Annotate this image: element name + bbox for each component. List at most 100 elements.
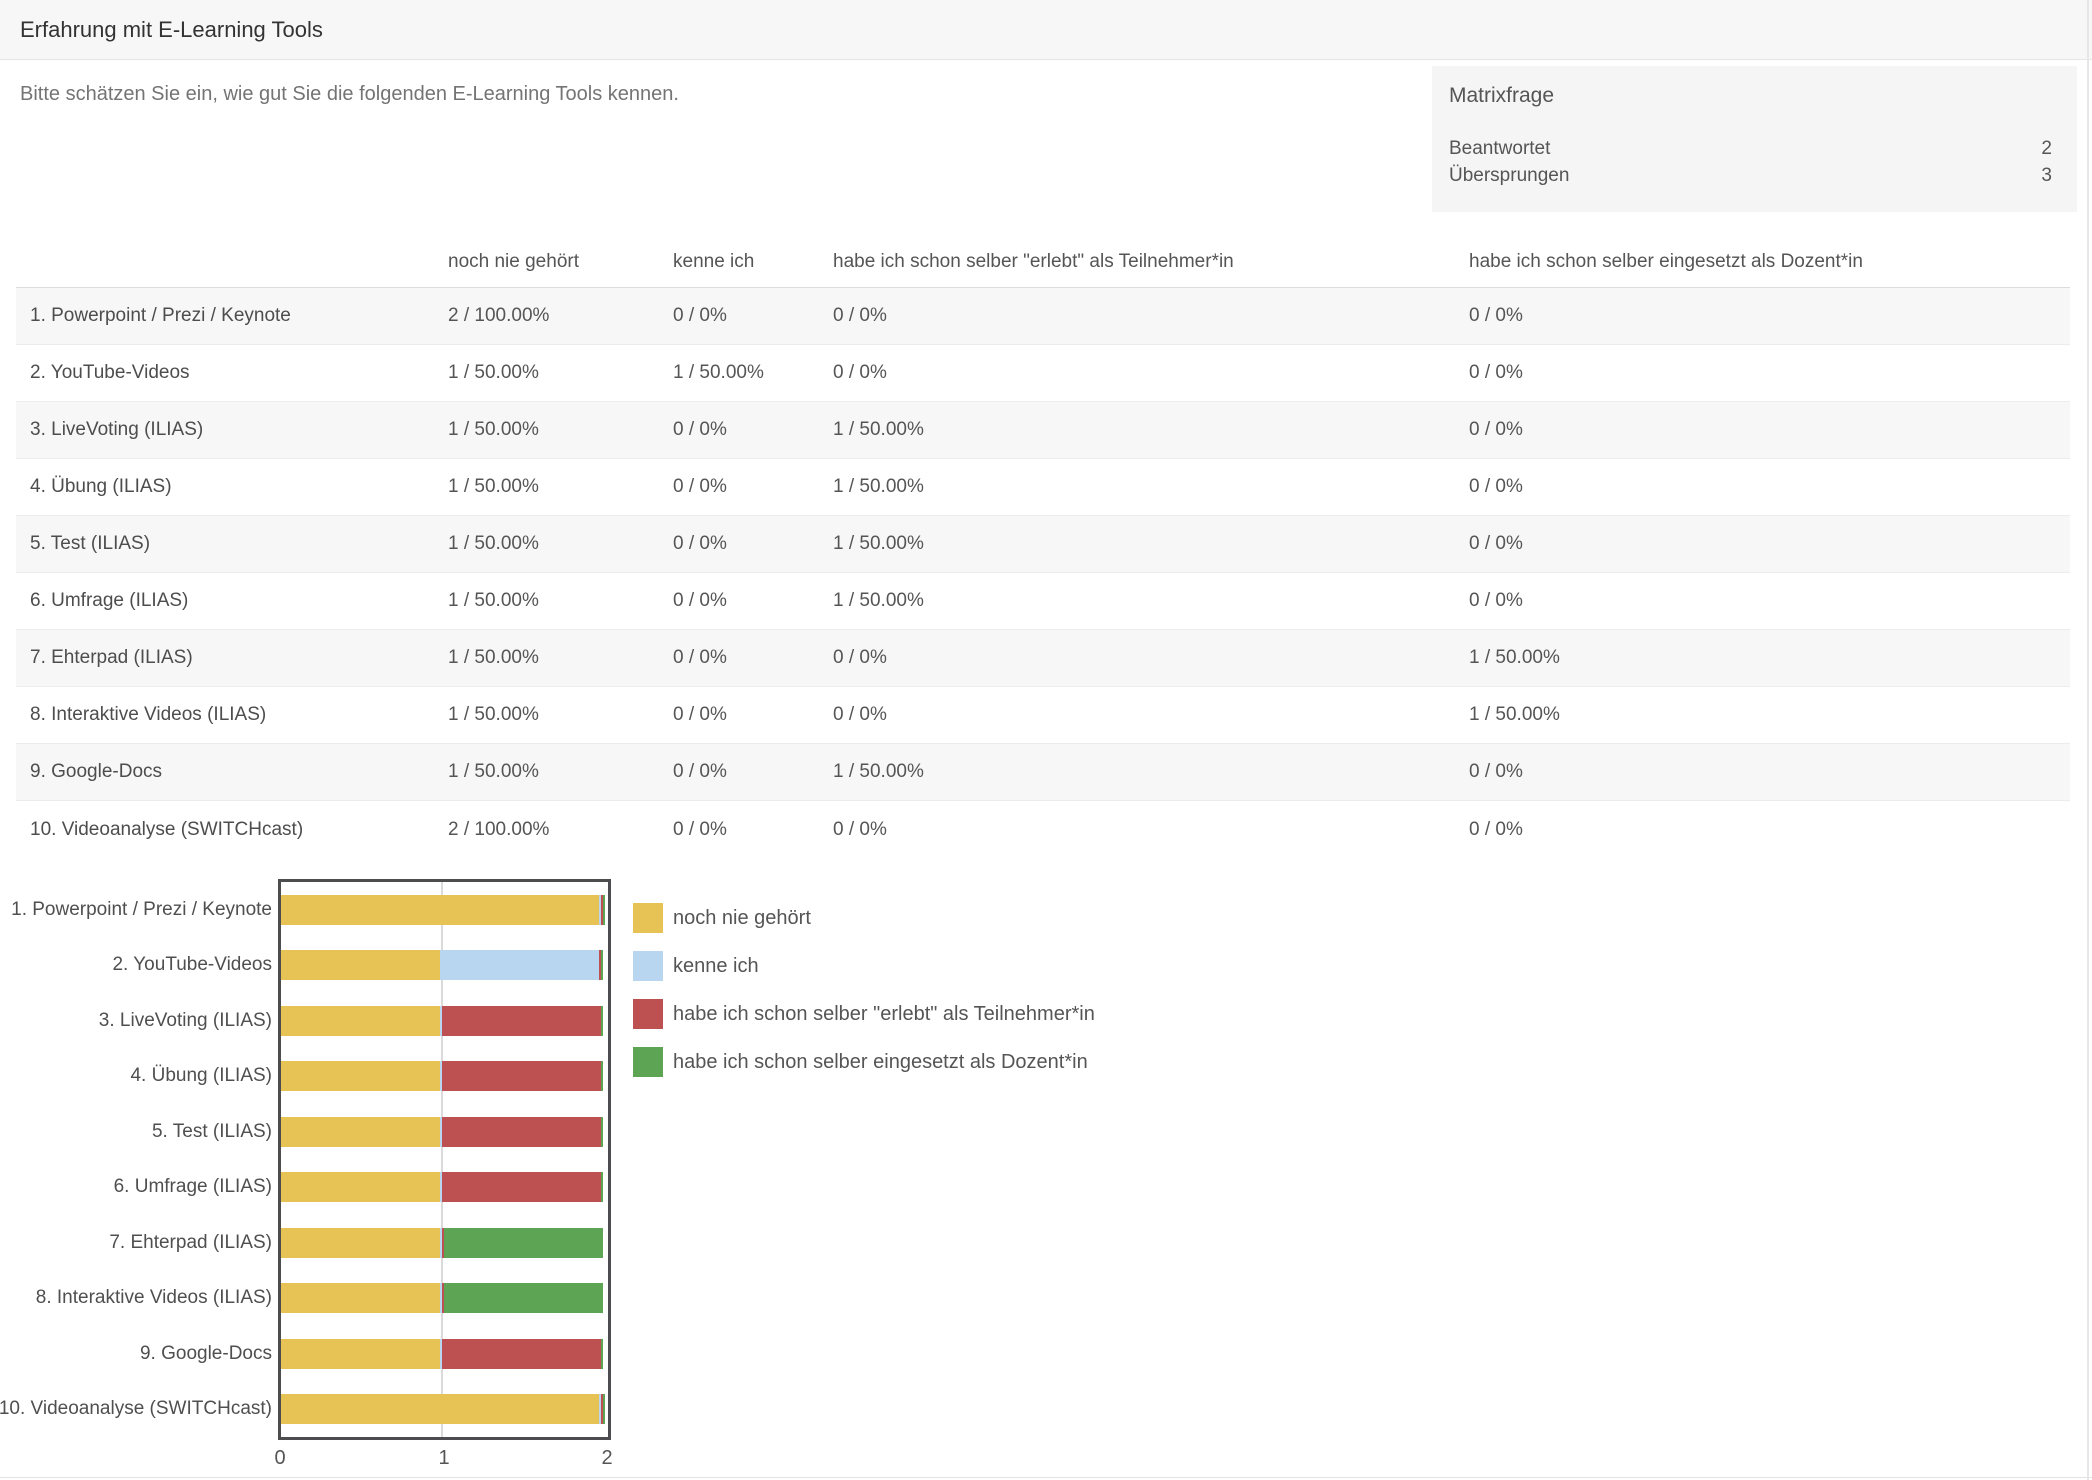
legend-item: habe ich schon selber eingesetzt als Doz… xyxy=(633,1047,1095,1077)
bar-segment xyxy=(281,1394,599,1424)
cell-value: 1 / 50.00% xyxy=(448,533,673,555)
column-header: habe ich schon selber "erlebt" als Teiln… xyxy=(833,251,1469,273)
cell-value: 1 / 50.00% xyxy=(448,704,673,726)
row-label: 7. Ehterpad (ILIAS) xyxy=(16,647,448,669)
table-row: 3. LiveVoting (ILIAS)1 / 50.00%0 / 0%1 /… xyxy=(16,402,2070,459)
chart-category-label: 7. Ehterpad (ILIAS) xyxy=(109,1232,272,1254)
legend-label: noch nie gehört xyxy=(673,907,811,930)
column-header: noch nie gehört xyxy=(448,251,673,273)
bar-segment xyxy=(281,1006,440,1036)
bar-segment xyxy=(601,950,603,980)
row-label: 8. Interaktive Videos (ILIAS) xyxy=(16,704,448,726)
skipped-label: Übersprungen xyxy=(1449,163,1569,189)
bar-segment xyxy=(601,1006,603,1036)
chart-category-label: 10. Videoanalyse (SWITCHcast) xyxy=(0,1398,272,1420)
plot-area xyxy=(278,879,611,1440)
cell-value: 0 / 0% xyxy=(833,647,1469,669)
section-divider xyxy=(0,1477,2092,1478)
cell-value: 1 / 50.00% xyxy=(833,533,1469,555)
cell-value: 0 / 0% xyxy=(1469,476,2070,498)
page-header: Erfahrung mit E-Learning Tools xyxy=(0,0,2092,60)
bar-segment xyxy=(442,1006,601,1036)
bar-segment xyxy=(281,1172,440,1202)
bar-segment xyxy=(281,950,440,980)
cell-value: 0 / 0% xyxy=(833,819,1469,841)
cell-value: 0 / 0% xyxy=(673,476,833,498)
table-row: 7. Ehterpad (ILIAS)1 / 50.00%0 / 0%0 / 0… xyxy=(16,630,2070,687)
bar-segment xyxy=(440,950,599,980)
bar-row xyxy=(281,1228,603,1258)
chart-legend: noch nie gehört kenne ich habe ich schon s… xyxy=(633,903,1095,1095)
bar-segment xyxy=(281,895,599,925)
bar-row xyxy=(281,1339,603,1369)
cell-value: 1 / 50.00% xyxy=(833,590,1469,612)
chart-category-label: 3. LiveVoting (ILIAS) xyxy=(99,1010,272,1032)
bar-segment xyxy=(444,1228,603,1258)
cell-value: 1 / 50.00% xyxy=(1469,647,2070,669)
x-axis-tick: 1 xyxy=(438,1446,449,1470)
bar-segment xyxy=(442,1339,601,1369)
question-text: Bitte schätzen Sie ein, wie gut Sie die … xyxy=(20,81,679,107)
bar-segment xyxy=(601,1117,603,1147)
row-label: 3. LiveVoting (ILIAS) xyxy=(16,419,448,441)
bar-segment xyxy=(603,895,605,925)
bar-segment xyxy=(603,1394,605,1424)
chart-category-label: 9. Google-Docs xyxy=(140,1343,272,1365)
chart-category-label: 6. Umfrage (ILIAS) xyxy=(114,1176,272,1198)
cell-value: 0 / 0% xyxy=(673,533,833,555)
cell-value: 0 / 0% xyxy=(673,704,833,726)
cell-value: 1 / 50.00% xyxy=(833,419,1469,441)
cell-value: 0 / 0% xyxy=(1469,590,2070,612)
cell-value: 1 / 50.00% xyxy=(448,476,673,498)
cell-value: 0 / 0% xyxy=(833,704,1469,726)
bar-segment xyxy=(601,1172,603,1202)
cell-value: 1 / 50.00% xyxy=(448,761,673,783)
answered-row: Beantwortet 2 xyxy=(1449,136,2052,162)
row-label: 1. Powerpoint / Prezi / Keynote xyxy=(16,305,448,327)
cell-value: 0 / 0% xyxy=(833,305,1469,327)
cell-value: 0 / 0% xyxy=(673,761,833,783)
scrollbar-track xyxy=(2087,0,2089,1480)
table-row: 5. Test (ILIAS)1 / 50.00%0 / 0%1 / 50.00… xyxy=(16,516,2070,573)
cell-value: 0 / 0% xyxy=(1469,761,2070,783)
legend-swatch xyxy=(633,903,663,933)
bar-segment xyxy=(281,1339,440,1369)
column-header: habe ich schon selber eingesetzt als Doz… xyxy=(1469,251,2070,273)
cell-value: 1 / 50.00% xyxy=(448,362,673,384)
table-row: 8. Interaktive Videos (ILIAS)1 / 50.00%0… xyxy=(16,687,2070,744)
bar-row xyxy=(281,1006,603,1036)
bar-row xyxy=(281,1172,603,1202)
cell-value: 2 / 100.00% xyxy=(448,305,673,327)
answered-label: Beantwortet xyxy=(1449,136,1550,162)
table-row: 10. Videoanalyse (SWITCHcast)2 / 100.00%… xyxy=(16,801,2070,858)
cell-value: 1 / 50.00% xyxy=(448,419,673,441)
page-title: Erfahrung mit E-Learning Tools xyxy=(20,0,323,59)
bar-segment xyxy=(281,1228,440,1258)
cell-value: 1 / 50.00% xyxy=(448,590,673,612)
cell-value: 0 / 0% xyxy=(1469,362,2070,384)
cell-value: 0 / 0% xyxy=(673,819,833,841)
table-row: 9. Google-Docs1 / 50.00%0 / 0%1 / 50.00%… xyxy=(16,744,2070,801)
cell-value: 0 / 0% xyxy=(673,419,833,441)
bar-row xyxy=(281,895,605,925)
legend-swatch xyxy=(633,999,663,1029)
chart-category-label: 8. Interaktive Videos (ILIAS) xyxy=(36,1287,272,1309)
chart-category-label: 4. Übung (ILIAS) xyxy=(130,1065,272,1087)
row-label: 4. Übung (ILIAS) xyxy=(16,476,448,498)
x-axis-tick: 0 xyxy=(274,1446,285,1470)
question-type-label: Matrixfrage xyxy=(1449,84,1554,108)
bar-segment xyxy=(444,1283,603,1313)
legend-label: kenne ich xyxy=(673,955,759,978)
skipped-row: Übersprungen 3 xyxy=(1449,163,2052,189)
bar-segment xyxy=(601,1339,603,1369)
row-label: 2. YouTube-Videos xyxy=(16,362,448,384)
cell-value: 0 / 0% xyxy=(1469,419,2070,441)
legend-swatch xyxy=(633,951,663,981)
table-row: 2. YouTube-Videos1 / 50.00%1 / 50.00%0 /… xyxy=(16,345,2070,402)
cell-value: 0 / 0% xyxy=(673,647,833,669)
x-axis-tick: 2 xyxy=(601,1446,612,1470)
table-row: 6. Umfrage (ILIAS)1 / 50.00%0 / 0%1 / 50… xyxy=(16,573,2070,630)
cell-value: 0 / 0% xyxy=(673,305,833,327)
table-header-row: noch nie gehörtkenne ichhabe ich schon s… xyxy=(16,236,2070,288)
cell-value: 2 / 100.00% xyxy=(448,819,673,841)
